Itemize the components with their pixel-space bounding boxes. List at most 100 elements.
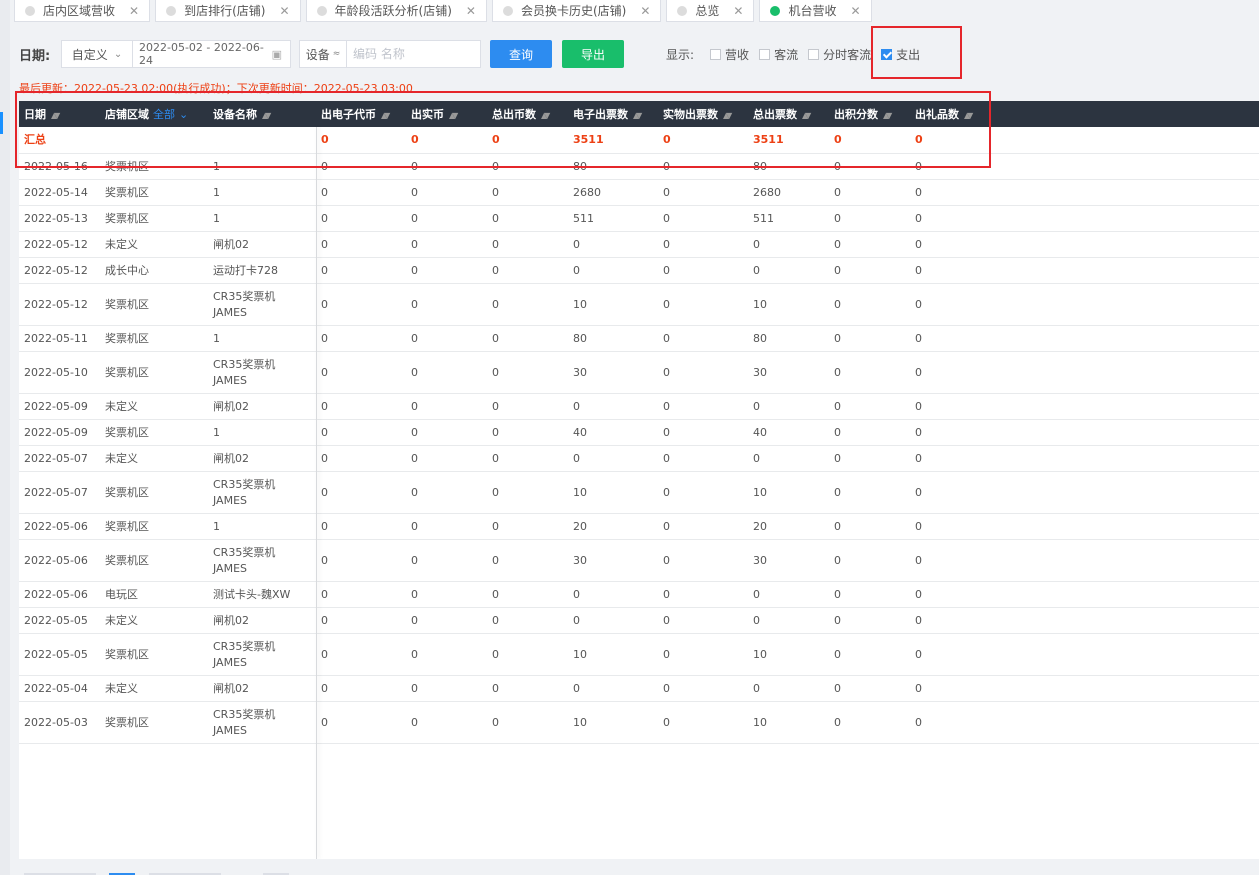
- query-button[interactable]: 查询: [490, 40, 552, 68]
- chevron-down-icon: ⌄: [113, 48, 123, 60]
- table-cell: 10: [568, 633, 658, 676]
- close-icon[interactable]: ✕: [640, 4, 650, 18]
- close-icon[interactable]: ✕: [279, 4, 289, 18]
- close-icon[interactable]: ✕: [850, 4, 860, 18]
- table-cell: 10: [748, 701, 829, 744]
- tab-4[interactable]: 总览 ✕: [666, 0, 755, 22]
- tab-label: 到店排行(店铺): [184, 4, 266, 18]
- table-cell: 0: [658, 701, 748, 744]
- tab-5[interactable]: 机台营收 ✕: [759, 0, 872, 22]
- table-cell: 0: [910, 633, 991, 676]
- table-cell: 0: [658, 445, 748, 472]
- table-cell: 0: [487, 257, 568, 284]
- display-option-1[interactable]: 客流: [759, 46, 798, 63]
- tab-1[interactable]: 到店排行(店铺) ✕: [155, 0, 301, 22]
- table-cell: 0: [910, 513, 991, 540]
- tab-2[interactable]: 年龄段活跃分析(店铺) ✕: [305, 0, 487, 22]
- table-cell: CR35奖票机 JAMES: [208, 283, 316, 326]
- table-cell: 0: [487, 445, 568, 472]
- table-cell: 0: [316, 471, 406, 514]
- table-cell: 20: [748, 513, 829, 540]
- table-cell: 0: [910, 445, 991, 472]
- table-cell: 0: [829, 419, 910, 446]
- table-cell: 0: [658, 539, 748, 582]
- table-cell: 10: [568, 701, 658, 744]
- table-cell: 0: [829, 471, 910, 514]
- table-cell: 0: [316, 231, 406, 258]
- table-cell: 0: [829, 283, 910, 326]
- table-cell: 0: [829, 513, 910, 540]
- table-cell: 0: [487, 283, 568, 326]
- table-cell: 0: [658, 607, 748, 634]
- table-row: 2022-05-06 电玩区 测试卡头-魏XW 0 0 0 0 0 0 0 0: [19, 581, 1259, 608]
- table-cell: 0: [316, 607, 406, 634]
- tab-0[interactable]: 店内区域营收 ✕: [14, 0, 151, 22]
- table-cell: 0: [658, 419, 748, 446]
- table-cell: 2022-05-11: [19, 325, 100, 352]
- tab-label: 年龄段活跃分析(店铺): [334, 4, 452, 18]
- display-option-2[interactable]: 分时客流: [808, 46, 871, 63]
- table-cell: 0: [316, 393, 406, 420]
- table-cell: 0: [487, 701, 568, 744]
- table-cell: 0: [406, 701, 487, 744]
- table-cell: 0: [487, 607, 568, 634]
- table-cell: 闸机02: [208, 231, 316, 258]
- table-cell: 奖票机区: [100, 325, 208, 352]
- table-cell: 0: [406, 513, 487, 540]
- table-cell: 0: [910, 701, 991, 744]
- table-cell: CR35奖票机 JAMES: [208, 633, 316, 676]
- table-cell: 1: [208, 179, 316, 206]
- table-cell: 0: [487, 393, 568, 420]
- export-button[interactable]: 导出: [562, 40, 624, 68]
- date-range-value: 2022-05-02 - 2022-06-24: [139, 41, 264, 67]
- fixed-column-divider: [316, 127, 317, 859]
- table-row: 2022-05-06 奖票机区 1 0 0 0 20 0 20 0 0: [19, 513, 1259, 540]
- dropdown-icon: ≈: [332, 49, 341, 59]
- table-cell: 0: [658, 205, 748, 232]
- table-cell: 0: [316, 205, 406, 232]
- table-cell: 未定义: [100, 675, 208, 702]
- table-cell: 0: [829, 231, 910, 258]
- table-cell: 0: [910, 325, 991, 352]
- table-cell: 测试卡头-魏XW: [208, 581, 316, 608]
- table-row: 2022-05-03 奖票机区 CR35奖票机 JAMES 0 0 0 10 0 10 0 0: [19, 701, 1259, 744]
- table-cell: 0: [910, 283, 991, 326]
- table-cell: 0: [748, 445, 829, 472]
- table-cell: 0: [316, 513, 406, 540]
- table-cell: CR35奖票机 JAMES: [208, 701, 316, 744]
- date-range-picker[interactable]: 2022-05-02 - 2022-06-24 ▣: [133, 40, 291, 68]
- table-cell: 0: [748, 257, 829, 284]
- table-cell: 0: [406, 445, 487, 472]
- close-icon[interactable]: ✕: [733, 4, 743, 18]
- table-cell: 0: [658, 325, 748, 352]
- table-cell: 0: [487, 179, 568, 206]
- checkbox[interactable]: [759, 48, 771, 60]
- table-cell: CR35奖票机 JAMES: [208, 351, 316, 394]
- close-icon[interactable]: ✕: [129, 4, 139, 18]
- device-search-input[interactable]: [347, 40, 481, 68]
- tab-status-dot: [770, 5, 781, 16]
- table-cell: 奖票机区: [100, 205, 208, 232]
- table-cell: 1: [208, 325, 316, 352]
- table-row: 2022-05-06 奖票机区 CR35奖票机 JAMES 0 0 0 30 0 30 0 0: [19, 539, 1259, 582]
- table-cell: 0: [316, 283, 406, 326]
- close-icon[interactable]: ✕: [466, 4, 476, 18]
- date-mode-select[interactable]: 自定义 ⌄: [61, 40, 133, 68]
- device-select[interactable]: 设备 ≈: [299, 40, 347, 68]
- table-row: 2022-05-12 奖票机区 CR35奖票机 JAMES 0 0 0 10 0 10 0 0: [19, 283, 1259, 326]
- tab-status-dot: [25, 5, 35, 16]
- table-cell: CR35奖票机 JAMES: [208, 539, 316, 582]
- table-cell: 0: [910, 471, 991, 514]
- table-cell: 0: [487, 513, 568, 540]
- table-cell: 0: [829, 179, 910, 206]
- checkbox[interactable]: [710, 48, 722, 60]
- tab-bar: 店内区域营收 ✕ 到店排行(店铺) ✕ 年龄段活跃分析(店铺) ✕ 会员换卡历史(店铺) ✕ 总…: [14, 0, 872, 24]
- table-cell: 2022-05-04: [19, 675, 100, 702]
- checkbox[interactable]: [808, 48, 820, 60]
- table-cell: 40: [568, 419, 658, 446]
- highlight-box-expense-option: [871, 26, 962, 79]
- table-cell: 0: [487, 231, 568, 258]
- display-option-0[interactable]: 营收: [710, 46, 749, 63]
- table-cell: 2022-05-12: [19, 257, 100, 284]
- tab-3[interactable]: 会员换卡历史(店铺) ✕: [491, 0, 662, 22]
